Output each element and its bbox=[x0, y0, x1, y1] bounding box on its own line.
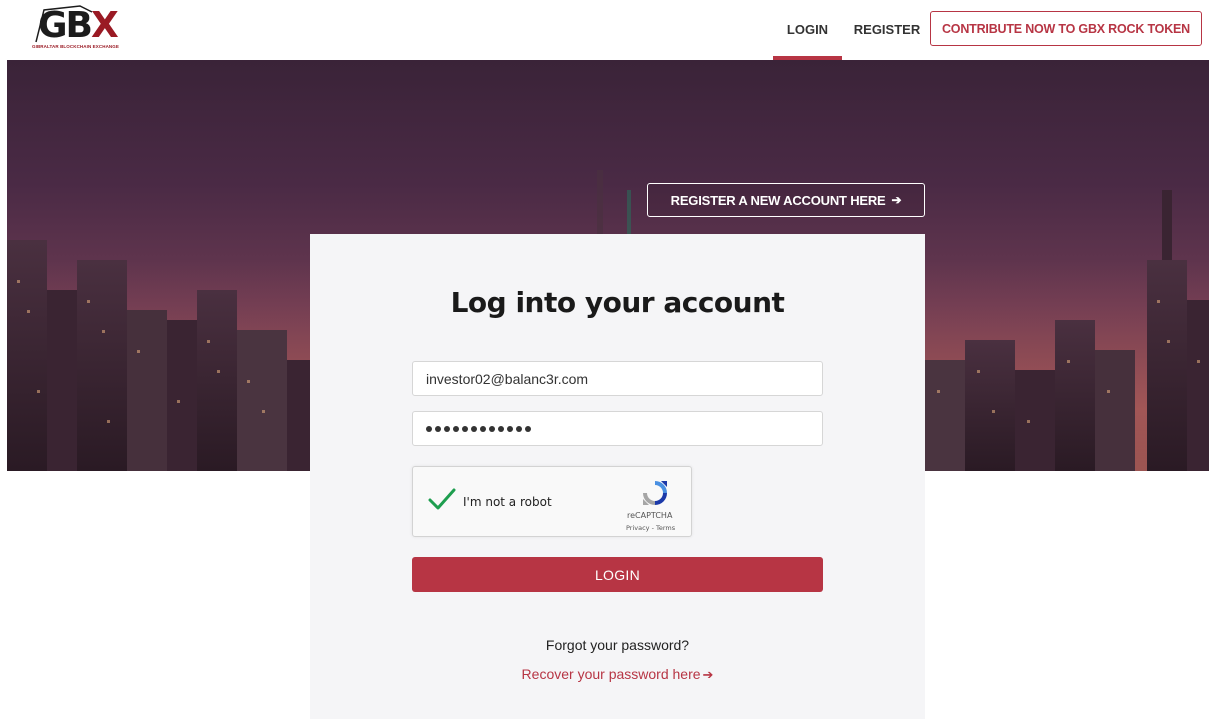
login-button[interactable]: LOGIN bbox=[412, 557, 823, 592]
arrow-right-icon: ➔ bbox=[891, 193, 902, 207]
top-header: GBX GIBRALTAR BLOCKCHAIN EXCHANGE LOGIN … bbox=[0, 0, 1209, 60]
captcha-privacy-terms-link[interactable]: Privacy - Terms bbox=[626, 524, 675, 532]
checkmark-icon[interactable] bbox=[427, 485, 457, 515]
captcha-brand: reCAPTCHA bbox=[627, 511, 673, 520]
recaptcha-logo-icon bbox=[643, 481, 667, 505]
logo-subtitle: GIBRALTAR BLOCKCHAIN EXCHANGE bbox=[32, 44, 119, 49]
password-dot bbox=[489, 425, 495, 432]
recover-password-link[interactable]: Recover your password here ➔ bbox=[310, 666, 925, 683]
gbx-logo[interactable]: GBX GIBRALTAR BLOCKCHAIN EXCHANGE bbox=[30, 4, 120, 54]
email-value: investor02@balanc3r.com bbox=[426, 370, 589, 387]
recover-password-label: Recover your password here bbox=[521, 666, 701, 682]
password-dot bbox=[435, 425, 441, 432]
captcha-label: I'm not a robot bbox=[463, 495, 552, 509]
password-dot bbox=[426, 425, 432, 432]
recaptcha-widget[interactable]: I'm not a robot reCAPTCHA Privacy - Term… bbox=[412, 466, 692, 537]
password-dot bbox=[516, 425, 522, 432]
password-mask bbox=[426, 425, 531, 432]
contribute-button[interactable]: CONTRIBUTE NOW TO GBX ROCK TOKEN bbox=[930, 11, 1202, 46]
nav-register[interactable]: REGISTER bbox=[848, 0, 926, 60]
password-field[interactable] bbox=[412, 411, 823, 446]
password-dot bbox=[453, 425, 459, 432]
email-field[interactable]: investor02@balanc3r.com bbox=[412, 361, 823, 396]
register-new-account-label: REGISTER A NEW ACCOUNT HERE bbox=[670, 192, 886, 208]
password-dot bbox=[444, 425, 450, 432]
page-title: Log into your account bbox=[450, 286, 785, 319]
register-new-account-button[interactable]: REGISTER A NEW ACCOUNT HERE ➔ bbox=[647, 183, 925, 217]
password-dot bbox=[498, 425, 504, 432]
forgot-password-text: Forgot your password? bbox=[545, 637, 690, 653]
password-dot bbox=[480, 425, 486, 432]
nav-login[interactable]: LOGIN bbox=[773, 0, 842, 60]
arrow-right-icon: ➔ bbox=[702, 667, 714, 682]
password-dot bbox=[471, 425, 477, 432]
password-dot bbox=[462, 425, 468, 432]
password-dot bbox=[507, 425, 513, 432]
login-card: Log into your account investor02@balanc3… bbox=[310, 234, 925, 719]
password-dot bbox=[525, 425, 531, 432]
